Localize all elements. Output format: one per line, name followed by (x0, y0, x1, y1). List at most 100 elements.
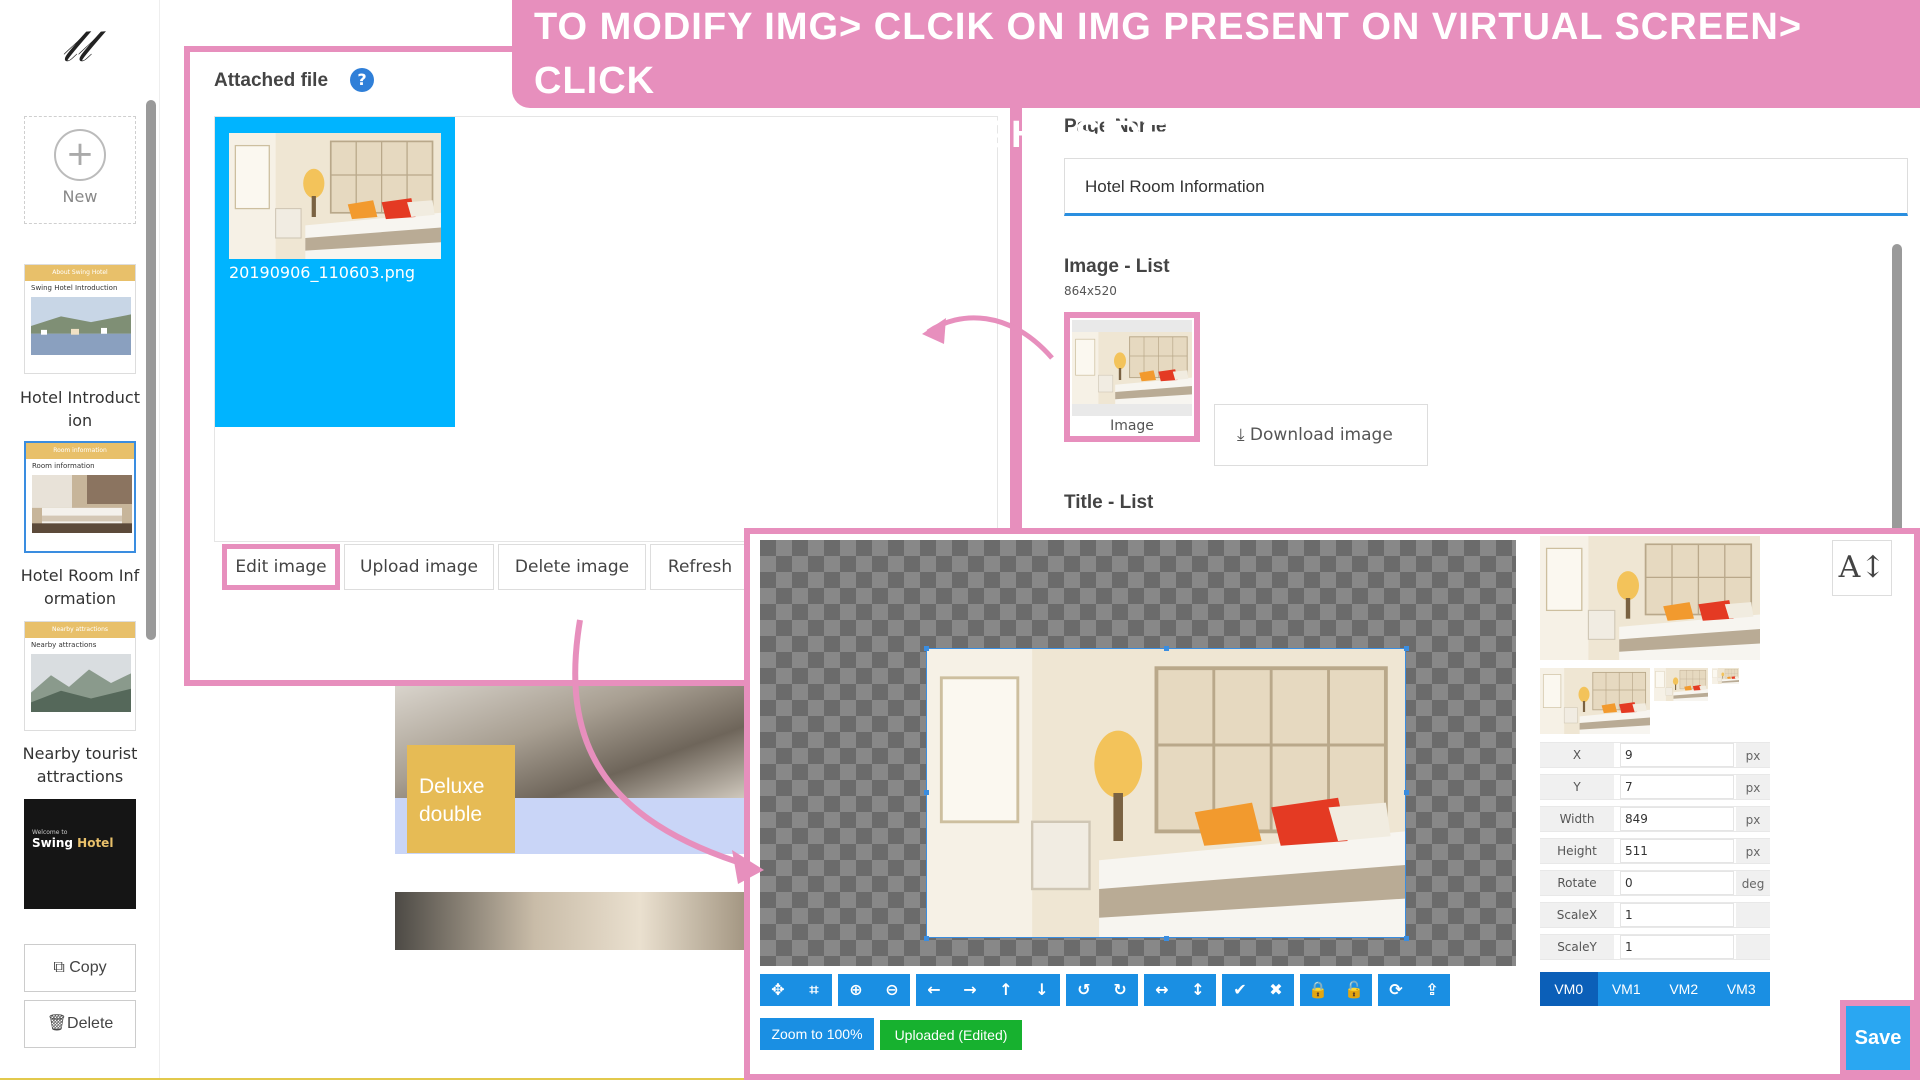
move-icon[interactable]: ✥ (760, 974, 796, 1006)
page-label-line: ion (67, 411, 93, 430)
font-size-icon[interactable]: A↕ (1832, 540, 1892, 596)
crop-handle[interactable] (1404, 646, 1409, 651)
field-value-input[interactable]: 849 (1620, 807, 1734, 831)
crop-handle[interactable] (1164, 646, 1169, 651)
arrow-down-icon[interactable]: ↓ (1024, 974, 1060, 1006)
attached-file-title: Attached file (214, 70, 329, 91)
new-page-button[interactable]: + New (24, 116, 136, 224)
page-label-line: ormation (43, 589, 117, 608)
page-label-nearby-attractions[interactable]: Nearby tourist attractions (10, 742, 150, 788)
crop-icon[interactable]: ⌗ (796, 974, 832, 1006)
image-preview (1071, 320, 1193, 416)
page-label-line: Hotel Introduct (20, 388, 140, 407)
copy-label: Copy (69, 959, 107, 976)
arrow-right-icon[interactable]: → (952, 974, 988, 1006)
field-unit: px (1736, 839, 1770, 863)
image-list-item[interactable]: Image (1064, 312, 1200, 442)
crop-handle[interactable] (924, 936, 929, 941)
view-mode-vm2[interactable]: VM2 (1655, 972, 1713, 1006)
unlock-icon[interactable]: 🔓 (1336, 974, 1372, 1006)
page-thumbnail-hotel-room-information[interactable]: Room information Room information (24, 441, 136, 553)
thumbnail-image (32, 475, 132, 533)
field-width: Width 849 px (1540, 806, 1770, 832)
file-tile[interactable]: 20190906_110603.png (215, 117, 455, 427)
flip-horizontal-icon[interactable]: ↔ (1144, 974, 1180, 1006)
zoom-out-icon[interactable]: ⊖ (874, 974, 910, 1006)
close-icon[interactable]: ✖ (1258, 974, 1294, 1006)
field-value-input[interactable]: 1 (1620, 935, 1734, 959)
upload-image-button[interactable]: Upload image (344, 544, 494, 590)
plus-icon: + (54, 129, 106, 181)
delete-page-button[interactable]: 🗑Delete (24, 1000, 136, 1048)
zoom-in-icon[interactable]: ⊕ (838, 974, 874, 1006)
crop-handle[interactable] (1404, 936, 1409, 941)
field-unit: px (1736, 807, 1770, 831)
view-mode-vm0[interactable]: VM0 (1540, 972, 1598, 1006)
view-mode-vm1[interactable]: VM1 (1597, 972, 1655, 1006)
arrow-up-icon[interactable]: ↑ (988, 974, 1024, 1006)
field-unit (1736, 935, 1770, 959)
delete-label: Delete (67, 1015, 114, 1032)
preview-large (1540, 536, 1760, 660)
crop-handle[interactable] (1164, 936, 1169, 941)
crop-image[interactable] (926, 648, 1406, 938)
refresh-button[interactable]: Refresh (650, 544, 750, 590)
editor-canvas[interactable] (760, 540, 1516, 966)
thumbnail-caption: Swing Hotel Introduction (31, 284, 118, 292)
reset-icon[interactable]: ⟳ (1378, 974, 1414, 1006)
save-button[interactable]: Save (1840, 1000, 1916, 1076)
deluxe-double-label: Deluxe double (407, 745, 515, 853)
zoom-group: ⊕ ⊖ (838, 974, 910, 1006)
reset-group: ⟳ ⇪ (1378, 974, 1450, 1006)
sidebar-scrollbar[interactable] (146, 100, 156, 640)
field-x: X 9 px (1540, 742, 1770, 768)
thumbnail-caption: Nearby attractions (31, 641, 97, 649)
page-label-hotel-room-information[interactable]: Hotel Room Inf ormation (10, 564, 150, 610)
rotate-left-icon[interactable]: ↺ (1066, 974, 1102, 1006)
view-mode-vm3[interactable]: VM3 (1712, 972, 1770, 1006)
page-label-hotel-introduction[interactable]: Hotel Introduct ion (10, 386, 150, 432)
new-page-label: New (62, 187, 98, 206)
crop-handle[interactable] (924, 790, 929, 795)
check-icon[interactable]: ✔ (1222, 974, 1258, 1006)
field-rotate: Rotate 0 deg (1540, 870, 1770, 896)
arrow-left-icon[interactable]: ← (916, 974, 952, 1006)
field-value-input[interactable]: 0 (1620, 871, 1734, 895)
field-scaley: ScaleY 1 (1540, 934, 1770, 960)
page-thumbnail-hotel-introduction[interactable]: About Swing Hotel Swing Hotel Introducti… (24, 264, 136, 374)
field-value-input[interactable]: 1 (1620, 903, 1734, 927)
crop-handle[interactable] (1404, 790, 1409, 795)
rotate-right-icon[interactable]: ↻ (1102, 974, 1138, 1006)
page-thumbnail-nearby-attractions[interactable]: Nearby attractions Nearby attractions (24, 621, 136, 731)
question-circle-icon[interactable]: ? (350, 68, 374, 92)
field-value-input[interactable]: 7 (1620, 775, 1734, 799)
zoom-100-button[interactable]: Zoom to 100% (760, 1018, 874, 1050)
download-image-button[interactable]: ⤓ Download image (1214, 404, 1428, 466)
page-thumbnail-welcome[interactable]: Welcome to Swing Hotel (24, 799, 136, 909)
transform-fields: X 9 px Y 7 px Width 849 px Height 511 px Rotate 0… (1540, 742, 1770, 966)
thumbnail-caption: Room information (32, 462, 95, 470)
lock-icon[interactable]: 🔒 (1300, 974, 1336, 1006)
upload-icon[interactable]: ⇪ (1414, 974, 1450, 1006)
image-caption: Image (1110, 418, 1154, 434)
field-y: Y 7 px (1540, 774, 1770, 800)
welcome-subtitle: Welcome to (32, 829, 68, 836)
upload-status-badge: Uploaded (Edited) (880, 1020, 1022, 1050)
confirm-group: ✔ ✖ (1222, 974, 1294, 1006)
lock-group: 🔒 🔓 (1300, 974, 1372, 1006)
page-label-line: Nearby tourist (22, 744, 138, 763)
delete-image-button[interactable]: Delete image (498, 544, 646, 590)
thumbnail-band: Nearby attractions (25, 622, 135, 638)
thumbnail-band: Room information (26, 443, 134, 459)
flip-vertical-icon[interactable]: ↕ (1180, 974, 1216, 1006)
instruction-line: TO MODIFY IMG> CLCIK ON IMG PRESENT ON V… (534, 6, 1803, 102)
deluxe-line: Deluxe (419, 775, 485, 798)
field-value-input[interactable]: 511 (1620, 839, 1734, 863)
crop-handle[interactable] (924, 646, 929, 651)
signature-logo-icon[interactable]: 𝓁𝓁 (62, 22, 122, 72)
edit-image-button[interactable]: Edit image (222, 544, 340, 590)
room-photo-2 (395, 892, 745, 950)
welcome-title: Swing Hotel (32, 836, 128, 850)
copy-button[interactable]: ⧉ Copy (24, 944, 136, 992)
field-value-input[interactable]: 9 (1620, 743, 1734, 767)
